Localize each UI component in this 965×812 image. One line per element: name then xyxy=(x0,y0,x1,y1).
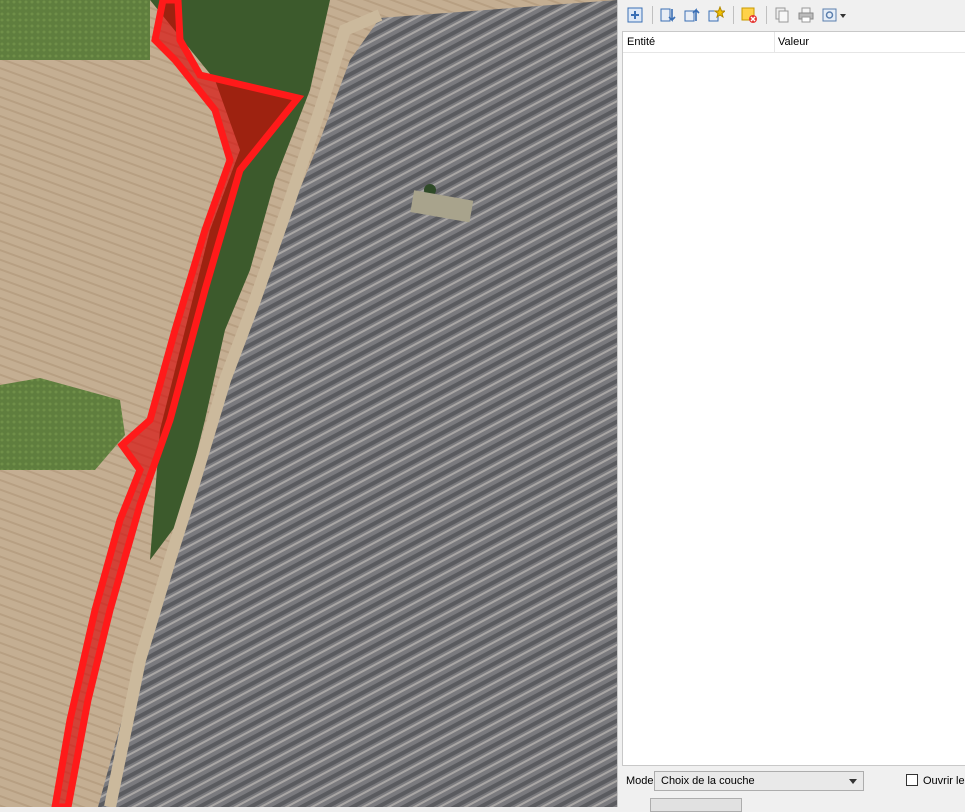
clear-results-icon[interactable] xyxy=(740,6,758,24)
identify-results-panel: Entité Valeur Mode Choix de la couche Ou… xyxy=(617,0,965,812)
aerial-imagery: cat11240to_militNULLto_batiNULLto_batire… xyxy=(0,0,617,807)
copy-icon[interactable] xyxy=(773,6,791,24)
mode-select-value: Choix de la couche xyxy=(661,775,755,787)
collapse-tree-icon[interactable] xyxy=(659,6,677,24)
header-entity[interactable]: Entité xyxy=(623,32,775,52)
tree-header: Entité Valeur xyxy=(623,32,965,53)
map-canvas[interactable]: cat11240to_militNULLto_batiNULLto_batire… xyxy=(0,0,617,807)
open-form-label: Ouvrir le xyxy=(923,775,965,787)
attribute-tree[interactable]: Entité Valeur xyxy=(622,31,965,766)
print-icon[interactable] xyxy=(797,6,815,24)
grass-strip xyxy=(0,0,150,60)
expand-tree-icon[interactable] xyxy=(626,6,644,24)
open-form-checkbox[interactable] xyxy=(906,774,918,786)
toolbar-separator xyxy=(766,6,767,24)
options-icon[interactable] xyxy=(821,6,849,24)
expand-new-icon[interactable] xyxy=(707,5,727,24)
identify-toolbar xyxy=(618,0,965,30)
mode-bar: Mode Choix de la couche Ouvrir le xyxy=(618,770,965,794)
toolbar-separator xyxy=(733,6,734,24)
help-button[interactable] xyxy=(650,798,742,812)
mode-label: Mode xyxy=(626,775,654,787)
chevron-down-icon xyxy=(849,779,857,784)
mode-select[interactable]: Choix de la couche xyxy=(654,771,864,791)
toolbar-separator xyxy=(652,6,653,24)
collapse-all-icon[interactable] xyxy=(683,6,701,24)
header-value[interactable]: Valeur xyxy=(775,36,809,48)
